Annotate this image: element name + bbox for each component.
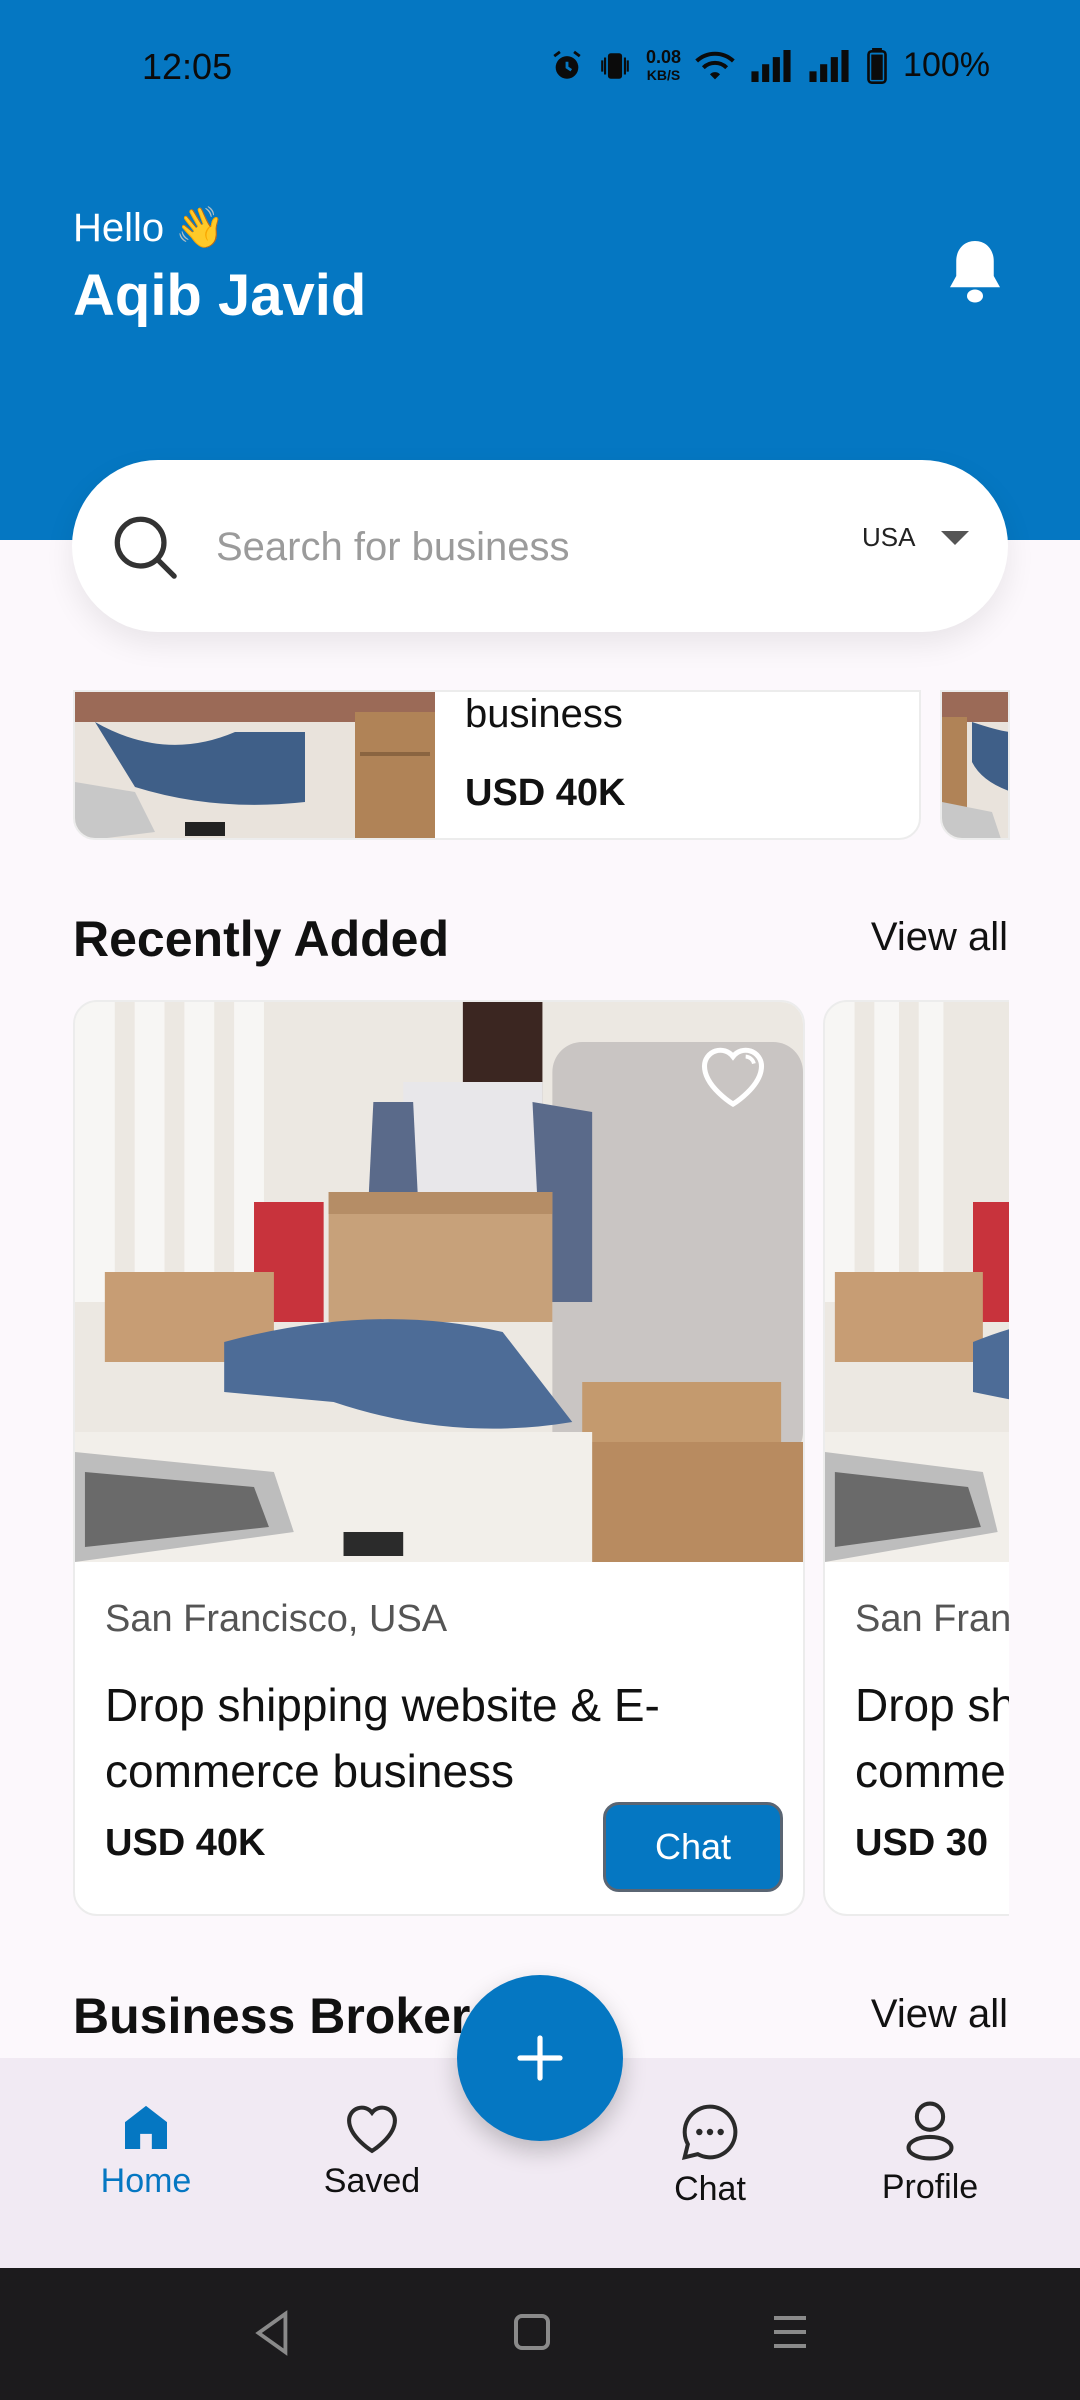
back-icon[interactable]: [252, 2310, 292, 2356]
country-select[interactable]: USA: [862, 522, 970, 553]
listing-title: Drop shipping website & E-commerce busin…: [105, 1679, 660, 1797]
system-nav-bar: [0, 2268, 1080, 2400]
nav-chat[interactable]: Chat: [610, 2100, 810, 2209]
search-bar[interactable]: USA: [72, 460, 1008, 632]
nav-saved-label: Saved: [323, 2162, 421, 2200]
country-label: USA: [862, 522, 916, 552]
listing-photo: [75, 1002, 803, 1562]
business-brokers-title: Business Broker: [73, 1988, 471, 2044]
listing-photo: [825, 1002, 1009, 1562]
listing-card-peek[interactable]: San Fran Drop sh comme USD 30: [823, 1000, 1009, 1916]
bell-icon[interactable]: [945, 238, 1005, 304]
user-name: Aqib Javid: [73, 263, 367, 328]
recently-added-view-all[interactable]: View all: [871, 915, 1008, 960]
home-square-icon[interactable]: [512, 2312, 552, 2352]
listing-card[interactable]: San Francisco, USA Drop shipping website…: [73, 1000, 805, 1916]
featured-card-title: business: [465, 692, 623, 736]
greeting: Hello 👋: [73, 206, 226, 250]
heart-icon[interactable]: [695, 1038, 771, 1110]
home-icon: [125, 2105, 167, 2149]
nav-saved[interactable]: Saved: [272, 2100, 472, 2201]
featured-card-price: USD 40K: [465, 772, 626, 814]
nav-chat-label: Chat: [674, 2170, 746, 2208]
battery-icon: [867, 47, 887, 84]
signal-icon-2: [809, 49, 849, 82]
status-bar: 12:05 0.08 KB/S 100%: [0, 0, 1080, 140]
net-speed: 0.08 KB/S: [645, 46, 682, 83]
listing-card-peek-clip: San Fran Drop sh comme USD 30: [823, 990, 1009, 1930]
listing-location: San Francisco, USA: [105, 1598, 448, 1640]
listing-thumbnail: [942, 692, 1008, 838]
profile-icon: [906, 2101, 954, 2161]
featured-card[interactable]: business USD 40K: [73, 690, 921, 840]
status-icons: 0.08 KB/S 100%: [550, 46, 990, 85]
chat-icon: [681, 2104, 738, 2161]
signal-icon: [751, 49, 791, 82]
plus-icon: [517, 2035, 563, 2081]
status-time: 12:05: [142, 46, 233, 87]
nav-home[interactable]: Home: [46, 2100, 246, 2201]
heart-icon: [347, 2105, 397, 2154]
vibrate-icon: [601, 52, 629, 79]
listing-price: USD 30: [855, 1822, 989, 1864]
chevron-down-icon: [941, 530, 970, 545]
listing-title: Drop sh comme: [855, 1679, 1009, 1797]
listing-price: USD 40K: [105, 1822, 266, 1864]
listing-location: San Fran: [855, 1598, 1009, 1640]
chat-button[interactable]: Chat: [603, 1802, 783, 1892]
search-icon: [114, 516, 177, 579]
listing-thumbnail: [75, 692, 435, 838]
wifi-icon: [695, 51, 735, 79]
add-listing-button[interactable]: [457, 1975, 623, 2141]
menu-icon[interactable]: [770, 2312, 810, 2352]
alarm-icon: [553, 50, 581, 79]
recently-added-title: Recently Added: [73, 911, 450, 967]
nav-profile-label: Profile: [881, 2168, 979, 2206]
nav-profile[interactable]: Profile: [830, 2100, 1030, 2207]
header: 12:05 0.08 KB/S 100% Hello 👋 Aqib Javid: [0, 0, 1080, 540]
search-input[interactable]: [216, 512, 856, 582]
battery-percent: 100%: [903, 46, 990, 84]
nav-home-label: Home: [100, 2162, 192, 2200]
featured-card-peek[interactable]: [940, 690, 1010, 840]
business-brokers-view-all[interactable]: View all: [871, 1992, 1008, 2037]
